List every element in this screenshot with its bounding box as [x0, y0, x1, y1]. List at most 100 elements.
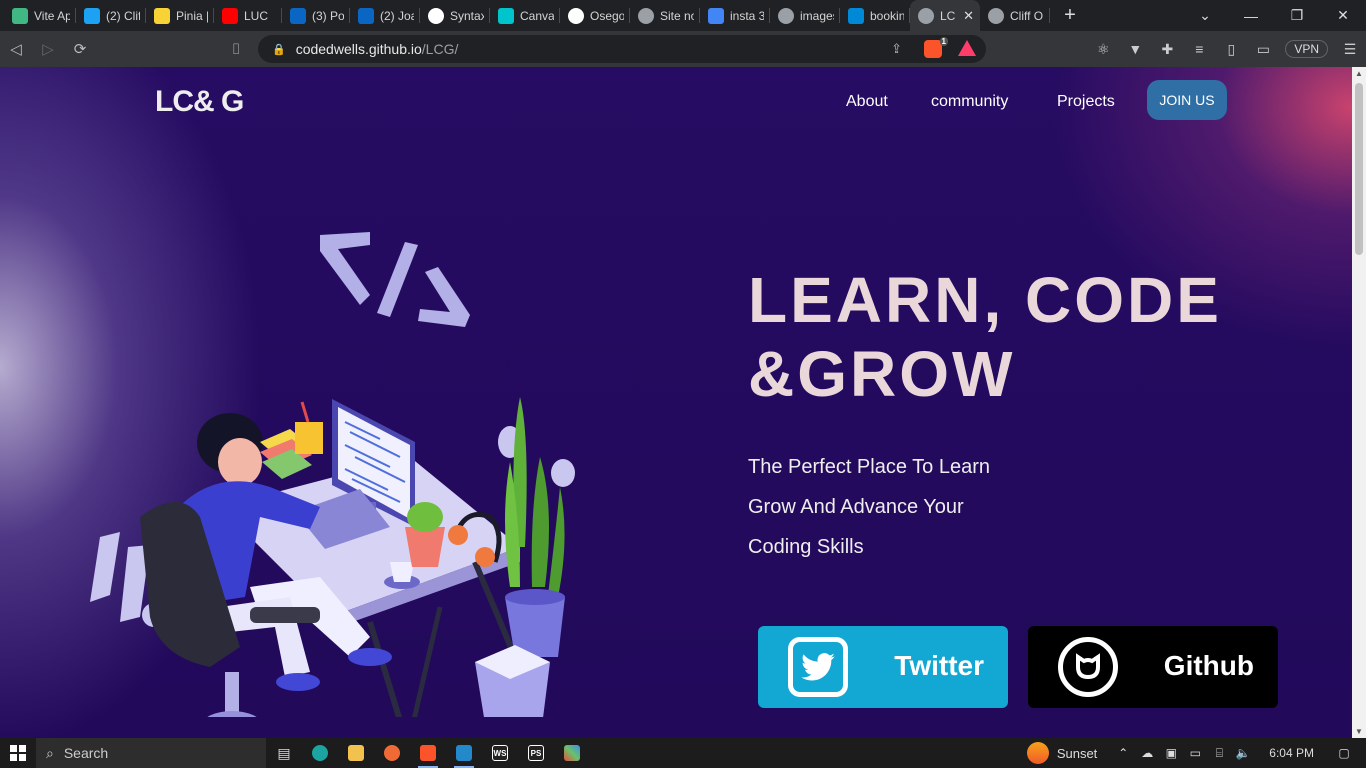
react-devtools-icon[interactable]: ⚛	[1087, 41, 1119, 58]
url-path: /LCG/	[421, 41, 459, 57]
nav-projects[interactable]: Projects	[1057, 93, 1115, 111]
browser-toolbar: ◁ ▷ ⟳ ⌷ 🔒 codedwells.github.io/LCG/ ⇪ 1 …	[0, 31, 1366, 67]
reload-icon[interactable]: ⟳	[64, 40, 96, 58]
system-tray: Sunset ⌃ ☁ ▣ ▭ ⌸ 🔈 6:04 PM ▢	[1026, 738, 1366, 768]
menu-icon[interactable]: ☰	[1334, 41, 1366, 58]
globe-icon	[988, 7, 1004, 24]
tab-13[interactable]: LC& ✕	[910, 0, 980, 31]
github-icon	[428, 7, 444, 24]
tab-14[interactable]: Cliff O	[980, 0, 1050, 31]
volume-icon[interactable]: 🔈	[1231, 746, 1255, 760]
twitter-label: Twitter	[894, 650, 984, 681]
tab-search-icon[interactable]: ⌄	[1182, 7, 1228, 24]
brave-taskbar-icon[interactable]	[410, 738, 446, 768]
web-page: LC& G About community Projects JOIN US L…	[0, 67, 1352, 738]
github-label: Github	[1163, 650, 1254, 681]
scroll-down-icon[interactable]: ▼	[1355, 727, 1363, 736]
tab-9[interactable]: Site no	[630, 0, 700, 31]
azure-icon	[848, 7, 864, 24]
tab-title: LC&	[940, 8, 956, 23]
nav-community[interactable]: community	[931, 93, 1008, 111]
tab-7[interactable]: Canva	[490, 0, 560, 31]
webstorm-icon[interactable]: WS	[482, 738, 518, 768]
extensions-icon[interactable]: ✚	[1151, 41, 1183, 58]
tab-3[interactable]: LUC	[214, 0, 282, 31]
github-button[interactable]: Github	[1028, 626, 1278, 708]
twitter-button[interactable]: Twitter	[758, 626, 1008, 708]
edge-icon[interactable]	[302, 738, 338, 768]
vpn-button[interactable]: VPN	[1285, 40, 1328, 58]
tab-11[interactable]: images	[770, 0, 840, 31]
share-icon[interactable]: ⇪	[891, 41, 902, 57]
twitter-icon	[84, 7, 100, 24]
tab-10[interactable]: insta 3	[700, 0, 770, 31]
network-icon[interactable]: ⌸	[1207, 746, 1231, 761]
vite-icon	[12, 7, 28, 24]
notifications-icon[interactable]: ▢	[1332, 746, 1356, 760]
tab-6[interactable]: Syntax	[420, 0, 490, 31]
onedrive-icon[interactable]: ☁	[1135, 746, 1159, 760]
sidebar-icon[interactable]: ▯	[1215, 41, 1247, 58]
tab-title: bookin	[870, 8, 904, 23]
minimize-icon[interactable]: —	[1228, 8, 1274, 24]
nav-about[interactable]: About	[846, 93, 888, 111]
url-host: codedwells.github.io	[295, 41, 422, 57]
tab-title: Vite Ap	[34, 8, 70, 23]
canva-icon	[498, 7, 514, 24]
git-kraken-icon[interactable]	[554, 738, 590, 768]
chevron-up-icon[interactable]: ⌃	[1111, 746, 1135, 760]
taskbar-search[interactable]: ⌕ Search	[36, 738, 266, 768]
vue-devtools-icon[interactable]: ▼	[1119, 41, 1151, 57]
tab-title: LUC	[244, 8, 269, 23]
hero-subtitle: The Perfect Place To Learn Grow And Adva…	[748, 447, 990, 567]
tab-5[interactable]: (2) Joa	[350, 0, 420, 31]
wallet-icon[interactable]: ▭	[1247, 41, 1279, 58]
plant-pot-small	[405, 502, 445, 567]
file-explorer-icon[interactable]	[338, 738, 374, 768]
site-logo[interactable]: LC& G	[155, 85, 244, 119]
new-tab-button[interactable]: +	[1056, 4, 1084, 27]
tab-title: Canva	[520, 8, 554, 23]
lock-icon: 🔒	[272, 43, 286, 56]
forward-icon[interactable]: ▷	[32, 40, 64, 58]
join-us-button[interactable]: JOIN US	[1147, 80, 1227, 120]
weather-icon[interactable]	[1026, 742, 1049, 764]
address-bar[interactable]: 🔒 codedwells.github.io/LCG/ ⇪ 1	[258, 35, 986, 63]
weather-label[interactable]: Sunset	[1057, 746, 1097, 761]
close-window-icon[interactable]: ✕	[1320, 7, 1366, 24]
tab-12[interactable]: bookin	[840, 0, 910, 31]
tab-title: Osego	[590, 8, 624, 23]
tab-title: Cliff O	[1010, 8, 1044, 23]
back-icon[interactable]: ◁	[0, 40, 32, 58]
maximize-icon[interactable]: ❐	[1274, 7, 1320, 24]
playlist-icon[interactable]: ≡	[1183, 41, 1215, 57]
scroll-up-icon[interactable]: ▲	[1355, 69, 1363, 78]
bookmark-icon[interactable]: ⌷	[220, 41, 252, 58]
hero-title-line-2: &GROW	[748, 338, 1016, 410]
hero-title-line-1: LEARN, CODE	[748, 264, 1222, 336]
clock[interactable]: 6:04 PM	[1269, 746, 1314, 760]
display-icon[interactable]: ▭	[1183, 746, 1207, 760]
app-orange-icon[interactable]	[374, 738, 410, 768]
task-view-icon[interactable]: ▤	[266, 738, 302, 768]
camera-icon[interactable]: ▣	[1159, 746, 1183, 760]
books	[260, 401, 323, 479]
close-tab-icon[interactable]: ✕	[963, 8, 974, 24]
brave-rewards-icon[interactable]	[958, 40, 976, 56]
tab-2[interactable]: Pinia |	[146, 0, 214, 31]
vscode-icon[interactable]	[446, 738, 482, 768]
windows-start-icon[interactable]	[0, 738, 36, 768]
tab-title: (2) Cliff	[106, 8, 140, 23]
tab-1[interactable]: (2) Cliff	[76, 0, 146, 31]
hero-subtitle-line-2: Grow And Advance Your	[748, 496, 964, 518]
scrollbar-thumb[interactable]	[1355, 83, 1363, 255]
tab-8[interactable]: Osego	[560, 0, 630, 31]
brave-badge: 1	[939, 37, 948, 46]
tab-4[interactable]: (3) Pos	[282, 0, 350, 31]
tab-title: Pinia |	[176, 8, 208, 23]
globe-icon	[778, 7, 794, 24]
phpstorm-icon[interactable]: PS	[518, 738, 554, 768]
page-scrollbar[interactable]: ▲ ▼	[1352, 67, 1366, 738]
tab-0[interactable]: Vite Ap	[4, 0, 76, 31]
brave-shields-icon[interactable]: 1	[924, 37, 948, 58]
